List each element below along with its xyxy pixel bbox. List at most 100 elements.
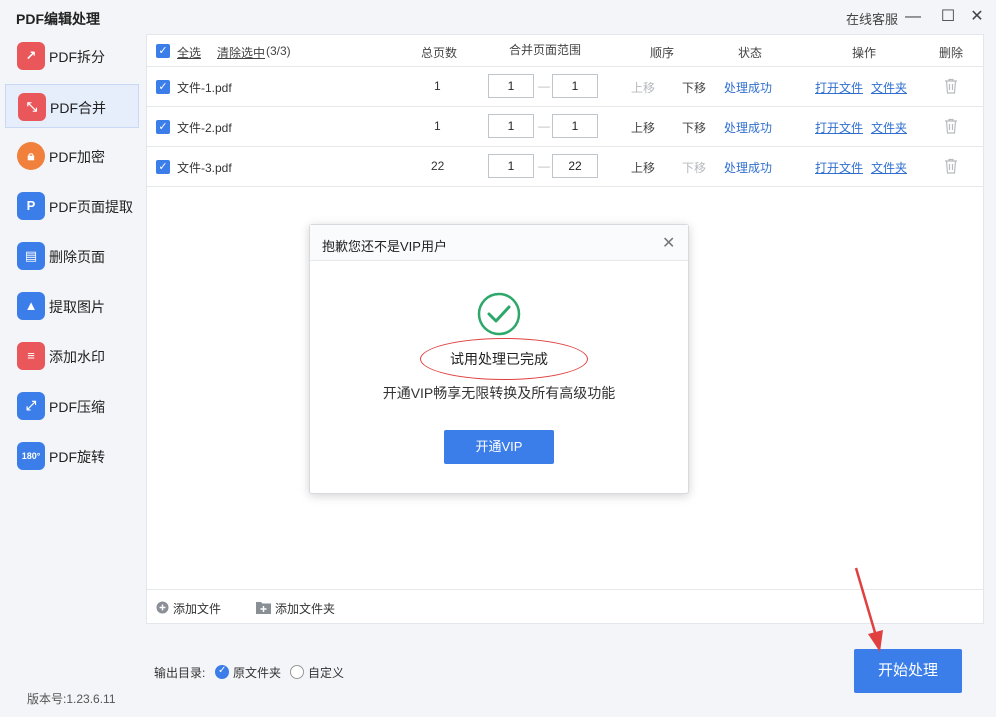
close-button[interactable]: ✕: [966, 6, 988, 28]
title-bar: PDF编辑处理 在线客服 — ☐ ✕: [0, 0, 996, 34]
header-status: 状态: [738, 46, 763, 60]
dialog-title: 抱歉您还不是VIP用户: [322, 239, 447, 254]
sidebar-item-label: 删除页面: [49, 249, 105, 265]
move-down-button[interactable]: 下移: [682, 119, 706, 136]
sidebar-item-label: 添加水印: [49, 349, 105, 365]
trash-icon[interactable]: [944, 158, 958, 174]
header-delete: 删除: [939, 46, 964, 60]
sidebar-item-compress[interactable]: ⤢ PDF压缩: [5, 384, 139, 428]
annotation-arrow-icon: [854, 567, 883, 652]
sidebar: ↗ PDF拆分 ⤡ PDF合并 🔒︎ PDF加密 P PDF页面提取 ▤ 删除页…: [0, 34, 145, 674]
sidebar-item-rotate[interactable]: 180° PDF旋转: [5, 434, 139, 478]
sidebar-item-label: 提取图片: [49, 299, 105, 315]
add-folder-icon[interactable]: [256, 601, 271, 614]
version-label: 版本号:1.23.6.11: [27, 692, 116, 706]
add-file-button[interactable]: 添加文件: [173, 600, 221, 617]
radio-custom[interactable]: [290, 665, 304, 679]
delete-page-icon: ▤: [17, 242, 45, 270]
dialog-submessage: 开通VIP畅享无限转换及所有高级功能: [382, 385, 616, 401]
row-checkbox[interactable]: ✓: [156, 80, 170, 94]
table-header: ✓ 全选 清除选中 (3/3) 总页数 合并页面范围 顺序 状态 操作 删除: [147, 35, 983, 67]
open-vip-button[interactable]: 开通VIP: [444, 430, 554, 464]
sidebar-item-label: PDF旋转: [49, 449, 105, 465]
sidebar-item-encrypt[interactable]: 🔒︎ PDF加密: [5, 134, 139, 178]
online-service-link[interactable]: 在线客服: [846, 9, 898, 28]
range-to-input[interactable]: 22: [552, 154, 598, 178]
sidebar-item-label: PDF拆分: [49, 49, 105, 65]
select-all-link[interactable]: 全选: [177, 44, 201, 61]
open-file-link[interactable]: 打开文件: [815, 159, 863, 176]
file-name: 文件-1.pdf: [177, 81, 232, 95]
image-extract-icon: ▲: [17, 292, 45, 320]
row-checkbox[interactable]: ✓: [156, 120, 170, 134]
header-range: 合并页面范围: [509, 43, 582, 57]
sidebar-item-merge[interactable]: ⤡ PDF合并: [5, 84, 139, 128]
page-count: 1: [434, 119, 441, 133]
clear-selection-link[interactable]: 清除选中: [217, 44, 265, 61]
select-all-checkbox[interactable]: ✓: [156, 44, 170, 58]
header-order: 顺序: [650, 46, 675, 60]
range-to-input[interactable]: 1: [552, 114, 598, 138]
add-folder-button[interactable]: 添加文件夹: [275, 600, 335, 617]
move-up-button[interactable]: 上移: [631, 79, 655, 96]
status-text: 处理成功: [724, 121, 773, 135]
page-extract-icon: P: [17, 192, 45, 220]
open-file-link[interactable]: 打开文件: [815, 119, 863, 136]
sidebar-item-watermark[interactable]: ≡ 添加水印: [5, 334, 139, 378]
minimize-button[interactable]: —: [902, 6, 924, 28]
trash-icon[interactable]: [944, 78, 958, 94]
range-dash: —: [538, 159, 550, 173]
radio-custom-label[interactable]: 自定义: [308, 664, 344, 681]
status-text: 处理成功: [724, 81, 773, 95]
open-folder-link[interactable]: 文件夹: [871, 79, 907, 96]
move-down-button[interactable]: 下移: [682, 79, 706, 96]
sidebar-item-label: PDF合并: [50, 100, 106, 116]
range-dash: —: [538, 79, 550, 93]
watermark-icon: ≡: [17, 342, 45, 370]
file-name: 文件-2.pdf: [177, 121, 232, 135]
open-file-link[interactable]: 打开文件: [815, 79, 863, 96]
output-label: 输出目录:: [154, 666, 206, 680]
page-count: 22: [431, 159, 445, 173]
file-name: 文件-3.pdf: [177, 161, 232, 175]
open-folder-link[interactable]: 文件夹: [871, 119, 907, 136]
lock-icon: 🔒︎: [17, 142, 45, 170]
sidebar-item-label: PDF页面提取: [49, 199, 133, 215]
compress-icon: ⤢: [17, 392, 45, 420]
table-row: ✓ 文件-2.pdf 1 1 — 1 上移 下移 处理成功 打开文件 文件夹: [147, 107, 983, 147]
radio-original-folder[interactable]: [215, 665, 229, 679]
range-from-input[interactable]: 1: [488, 74, 534, 98]
rotate-icon: 180°: [17, 442, 45, 470]
merge-icon: ⤡: [18, 93, 46, 121]
sidebar-item-split[interactable]: ↗ PDF拆分: [5, 34, 139, 78]
maximize-button[interactable]: ☐: [937, 6, 959, 28]
split-icon: ↗: [17, 42, 45, 70]
sidebar-item-label: PDF压缩: [49, 399, 105, 415]
sidebar-item-delete-page[interactable]: ▤ 删除页面: [5, 234, 139, 278]
range-from-input[interactable]: 1: [488, 114, 534, 138]
add-circle-icon[interactable]: [156, 601, 169, 614]
sidebar-item-page-extract[interactable]: P PDF页面提取: [5, 184, 139, 228]
dialog-close-icon[interactable]: ✕: [662, 233, 675, 253]
status-text: 处理成功: [724, 161, 773, 175]
header-actions: 操作: [852, 46, 877, 60]
sidebar-item-label: PDF加密: [49, 149, 105, 165]
range-from-input[interactable]: 1: [488, 154, 534, 178]
move-up-button[interactable]: 上移: [631, 159, 655, 176]
header-pages: 总页数: [421, 46, 458, 60]
trash-icon[interactable]: [944, 118, 958, 134]
app-title: PDF编辑处理: [16, 11, 100, 27]
table-row: ✓ 文件-1.pdf 1 1 — 1 上移 下移 处理成功 打开文件 文件夹: [147, 67, 983, 107]
dialog-header: 抱歉您还不是VIP用户 ✕: [310, 225, 688, 261]
page-count: 1: [434, 79, 441, 93]
success-check-icon: [477, 292, 521, 336]
row-checkbox[interactable]: ✓: [156, 160, 170, 174]
range-to-input[interactable]: 1: [552, 74, 598, 98]
move-down-button[interactable]: 下移: [682, 159, 706, 176]
dialog-message: 试用处理已完成: [450, 351, 548, 367]
open-folder-link[interactable]: 文件夹: [871, 159, 907, 176]
sidebar-item-image-extract[interactable]: ▲ 提取图片: [5, 284, 139, 328]
radio-original-label[interactable]: 原文件夹: [233, 664, 281, 681]
move-up-button[interactable]: 上移: [631, 119, 655, 136]
vip-dialog: 抱歉您还不是VIP用户 ✕ 试用处理已完成 开通VIP畅享无限转换及所有高级功能…: [309, 224, 689, 494]
